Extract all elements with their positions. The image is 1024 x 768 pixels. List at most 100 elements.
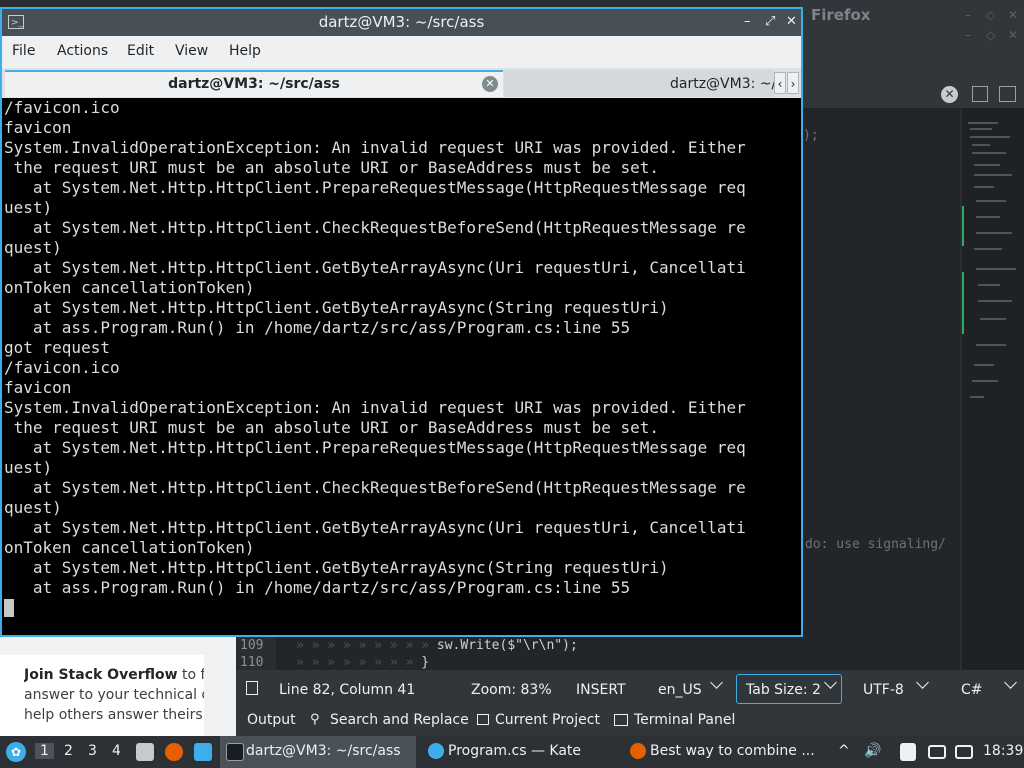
terminal-panel-button[interactable]: Terminal Panel: [634, 712, 735, 728]
join-text: help others answer theirs.: [24, 707, 204, 723]
display-icon[interactable]: [928, 745, 946, 759]
task-kate[interactable]: Program.cs — Kate: [422, 736, 618, 768]
desktop-4[interactable]: 4: [112, 743, 121, 759]
close-tab-icon[interactable]: ✕: [482, 76, 498, 92]
kate-status-bar: Line 82, Column 41 Zoom: 83% INSERT en_U…: [236, 670, 1024, 708]
menu-edit[interactable]: Edit: [127, 43, 154, 59]
firefox-icon[interactable]: [165, 743, 183, 761]
join-text: answer to your technical question: [24, 687, 204, 703]
maximize-icon[interactable]: ⤢: [765, 14, 775, 29]
terminal-window: >_ dartz@VM3: ~/src/ass – ⤢ ✕ File Actio…: [0, 7, 803, 637]
stackoverflow-join-text[interactable]: Join Stack Overflow to find the answer t…: [24, 665, 204, 725]
project-icon: [477, 714, 489, 725]
current-project-panel-button[interactable]: Current Project: [495, 712, 600, 728]
task-label: dartz@VM3: ~/src/ass: [246, 743, 401, 759]
task-firefox[interactable]: Best way to combine ...: [624, 736, 820, 768]
minimap[interactable]: [962, 108, 1024, 670]
terminal-line: System.InvalidOperationException: An inv…: [4, 398, 746, 417]
zoom-level[interactable]: Zoom: 83%: [471, 682, 552, 698]
chevron-left-icon[interactable]: ‹: [774, 72, 786, 94]
join-text: to find the: [181, 667, 204, 683]
chevron-down-icon[interactable]: [916, 676, 929, 689]
output-panel-button[interactable]: Output: [247, 712, 296, 728]
terminal-line: at ass.Program.Run() in /home/dartz/src/…: [4, 318, 631, 337]
text-cursor: [4, 599, 14, 617]
terminal-line: favicon: [4, 118, 72, 137]
join-link[interactable]: Join Stack Overflow: [24, 667, 178, 683]
dictionary-select[interactable]: en_US: [658, 682, 702, 698]
network-icon[interactable]: [955, 745, 973, 759]
firefox-icon: [630, 743, 646, 759]
close-icon[interactable]: ✕: [1008, 8, 1018, 22]
tab-label: dartz@VM3: ~/src/ass: [670, 76, 774, 92]
code-text: }: [421, 655, 430, 670]
tab-size-label[interactable]: Tab Size: 2: [746, 682, 821, 698]
code-line: » » » » » » » » }: [296, 655, 430, 670]
task-label: Best way to combine ...: [650, 743, 815, 759]
terminal-icon: [614, 714, 628, 726]
close-tab-icon[interactable]: ✕: [941, 86, 958, 103]
volume-icon[interactable]: 🔊: [864, 743, 881, 759]
input-mode[interactable]: INSERT: [576, 682, 626, 698]
terminal-line: at System.Net.Http.HttpClient.CheckReque…: [4, 478, 746, 497]
terminal-tab-active[interactable]: dartz@VM3: ~/src/ass ✕: [5, 70, 503, 97]
maximize-icon[interactable]: ◇: [986, 8, 995, 22]
menu-file[interactable]: File: [12, 43, 35, 59]
menu-bar: File Actions Edit View Help: [2, 36, 801, 68]
menu-actions[interactable]: Actions: [57, 43, 108, 59]
file-manager-icon[interactable]: [136, 743, 154, 761]
desktop-3[interactable]: 3: [88, 743, 97, 759]
terminal-line: onToken cancellationToken): [4, 538, 255, 557]
terminal-tab[interactable]: dartz@VM3: ~/src/ass: [504, 70, 774, 97]
clock[interactable]: 18:39: [983, 743, 1023, 759]
terminal-titlebar[interactable]: >_ dartz@VM3: ~/src/ass – ⤢ ✕: [2, 9, 801, 36]
terminal-line: System.InvalidOperationException: An inv…: [4, 138, 746, 157]
desktop-1[interactable]: 1: [35, 743, 54, 759]
tab-label: dartz@VM3: ~/src/ass: [168, 76, 340, 92]
minimize-icon[interactable]: –: [965, 28, 971, 42]
terminal-output[interactable]: /favicon.ico favicon System.InvalidOperati…: [4, 98, 799, 633]
layout-icon[interactable]: [999, 86, 1016, 102]
chevron-up-icon[interactable]: ^: [838, 743, 850, 759]
terminal-line: onToken cancellationToken): [4, 278, 255, 297]
maximize-icon[interactable]: ◇: [986, 28, 995, 42]
document-icon[interactable]: [246, 681, 258, 695]
language-select[interactable]: C#: [961, 682, 983, 698]
menu-view[interactable]: View: [175, 43, 208, 59]
terminal-line: got request: [4, 338, 110, 357]
desktop-2[interactable]: 2: [64, 743, 73, 759]
chevron-down-icon[interactable]: [1004, 676, 1017, 689]
kate-tool-panels: Output ⚲ Search and Replace Current Proj…: [236, 708, 1024, 736]
taskbar: ✿ 1 2 3 4 dartz@VM3: ~/src/ass Program.c…: [0, 736, 1024, 768]
menu-help[interactable]: Help: [229, 43, 261, 59]
split-view-icon[interactable]: [972, 86, 988, 102]
encoding-select[interactable]: UTF-8: [863, 682, 904, 698]
line-number: 110: [240, 655, 264, 670]
terminal-line: uest): [4, 458, 53, 477]
code-line: » » » » » » » » » sw.Write($"\r\n");: [296, 638, 578, 653]
terminal-line: at System.Net.Http.HttpClient.GetByteArr…: [4, 298, 669, 317]
terminal-line: at System.Net.Http.HttpClient.GetByteArr…: [4, 258, 746, 277]
close-icon[interactable]: ✕: [786, 14, 797, 29]
minimize-icon[interactable]: –: [965, 8, 971, 22]
window-icon[interactable]: [194, 743, 212, 761]
terminal-tab-bar: dartz@VM3: ~/src/ass ✕ dartz@VM3: ~/src/…: [2, 68, 801, 98]
close-icon[interactable]: ✕: [1008, 28, 1018, 42]
terminal-prompt-line[interactable]: [4, 598, 799, 618]
terminal-line: quest): [4, 238, 62, 257]
terminal-line: quest): [4, 498, 62, 517]
chevron-right-icon[interactable]: ›: [787, 72, 799, 94]
task-terminal[interactable]: dartz@VM3: ~/src/ass: [220, 736, 416, 768]
terminal-line: /favicon.ico: [4, 98, 120, 117]
minimize-icon[interactable]: –: [744, 14, 751, 29]
code-text: sw.Write($"\r\n");: [436, 638, 578, 653]
application-launcher-icon[interactable]: ✿: [6, 742, 26, 762]
terminal-line: at System.Net.Http.HttpClient.CheckReque…: [4, 218, 746, 237]
terminal-line: uest): [4, 198, 53, 217]
terminal-line: /favicon.ico: [4, 358, 120, 377]
cursor-position[interactable]: Line 82, Column 41: [279, 682, 415, 698]
clipboard-icon[interactable]: [900, 743, 916, 761]
search-replace-panel-button[interactable]: Search and Replace: [330, 712, 469, 728]
code-fragment: do: use signaling/: [805, 537, 946, 552]
chevron-down-icon[interactable]: [710, 676, 723, 689]
